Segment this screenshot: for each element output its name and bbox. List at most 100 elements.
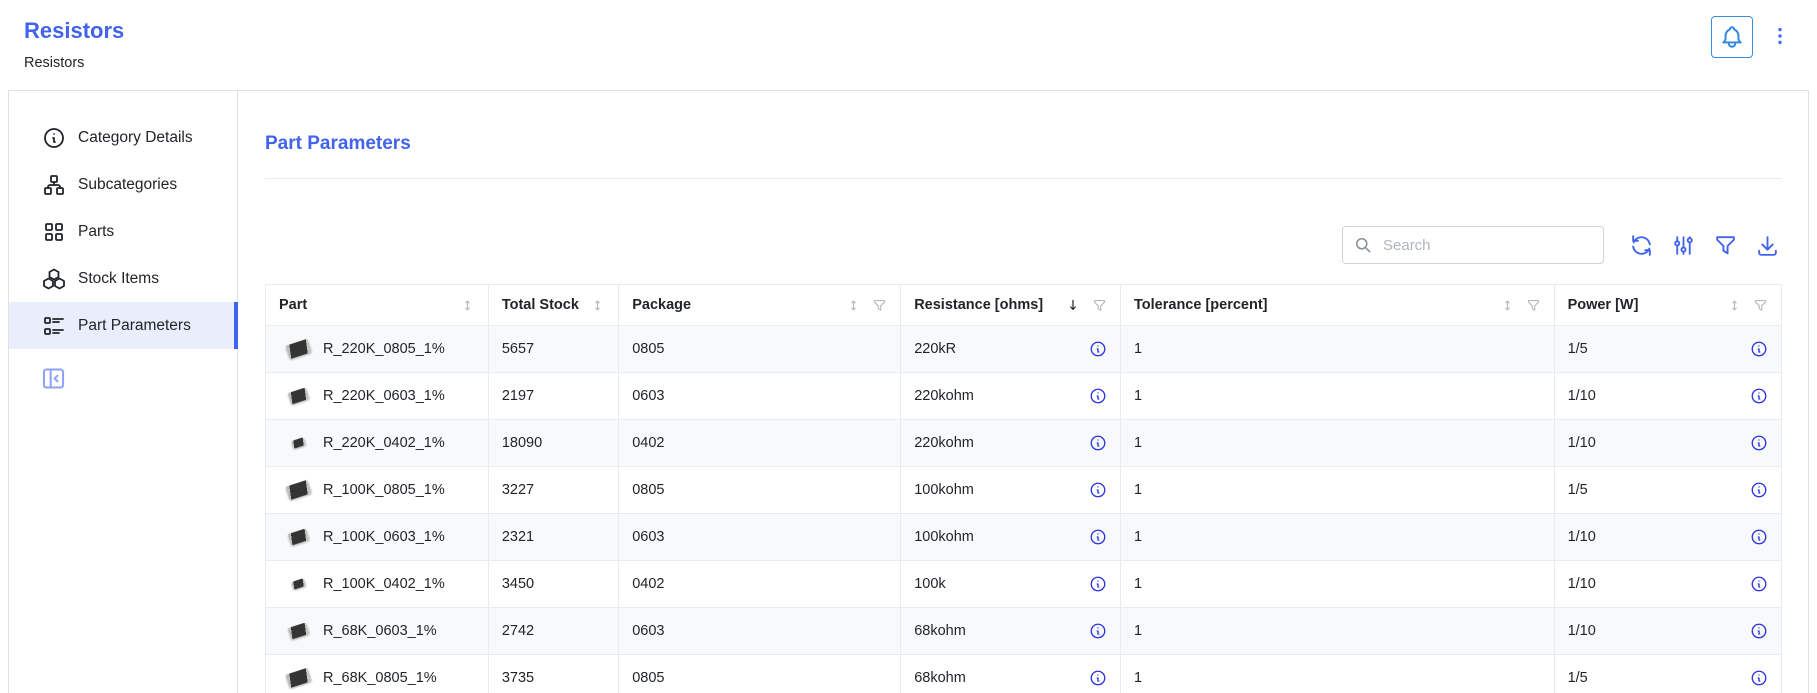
part-thumbnail — [284, 430, 312, 456]
part-name: R_100K_0402_1% — [323, 576, 445, 592]
sort-icon[interactable] — [590, 298, 605, 313]
resistance-value: 100kohm — [914, 482, 974, 498]
package-cell: 0805 — [619, 326, 901, 373]
power-value: 1/10 — [1568, 576, 1596, 592]
sidebar-item-label: Stock Items — [78, 270, 159, 288]
resistance-value: 68kohm — [914, 670, 966, 686]
info-icon[interactable] — [1089, 622, 1107, 640]
overflow-menu-button[interactable] — [1769, 25, 1791, 47]
column-label: Total Stock — [502, 297, 579, 313]
column-filter-icon[interactable] — [1092, 298, 1107, 313]
table-row[interactable]: R_100K_0402_1% 3450 0402 100k 1 1/10 — [266, 561, 1782, 608]
info-icon[interactable] — [1089, 528, 1107, 546]
resistance-value: 100kohm — [914, 529, 974, 545]
column-header-package[interactable]: Package — [619, 285, 901, 326]
power-value: 1/10 — [1568, 388, 1596, 404]
resistance-value: 220kR — [914, 341, 956, 357]
table-row[interactable]: R_220K_0402_1% 18090 0402 220kohm 1 1/10 — [266, 420, 1782, 467]
search-icon — [1353, 235, 1373, 255]
info-icon[interactable] — [1750, 669, 1768, 687]
tolerance-cell: 1 — [1121, 326, 1555, 373]
info-icon[interactable] — [1089, 340, 1107, 358]
sidebar-item-stock-items[interactable]: Stock Items — [9, 255, 237, 302]
table-options-button[interactable] — [1671, 233, 1696, 258]
sidebar-item-subcategories[interactable]: Subcategories — [9, 161, 237, 208]
resistance-value: 100k — [914, 576, 945, 592]
download-icon — [1755, 233, 1780, 258]
info-icon[interactable] — [1750, 340, 1768, 358]
column-header-part[interactable]: Part — [266, 285, 489, 326]
refresh-button[interactable] — [1629, 233, 1654, 258]
info-icon[interactable] — [1750, 528, 1768, 546]
column-header-resistance[interactable]: Resistance [ohms] — [901, 285, 1121, 326]
info-icon[interactable] — [1750, 434, 1768, 452]
sort-icon[interactable] — [846, 298, 861, 313]
part-name: R_220K_0402_1% — [323, 435, 445, 451]
sidebar-item-part-parameters[interactable]: Part Parameters — [9, 302, 237, 349]
sitemap-icon — [42, 173, 66, 197]
search-box[interactable] — [1342, 226, 1604, 264]
info-icon[interactable] — [1750, 575, 1768, 593]
column-filter-icon[interactable] — [1753, 298, 1768, 313]
info-icon[interactable] — [1089, 481, 1107, 499]
table-header-row: Part Total Stock Package Resistance [ohm… — [266, 285, 1782, 326]
part-name: R_100K_0805_1% — [323, 482, 445, 498]
column-filter-icon[interactable] — [1526, 298, 1541, 313]
info-icon[interactable] — [1089, 434, 1107, 452]
info-icon[interactable] — [1089, 669, 1107, 687]
power-value: 1/10 — [1568, 435, 1596, 451]
download-button[interactable] — [1755, 233, 1780, 258]
section-divider — [265, 178, 1782, 179]
sort-icon[interactable] — [460, 298, 475, 313]
packages-icon — [42, 267, 66, 291]
search-input[interactable] — [1381, 236, 1593, 255]
info-icon[interactable] — [1089, 575, 1107, 593]
table-row[interactable]: R_220K_0603_1% 2197 0603 220kohm 1 1/10 — [266, 373, 1782, 420]
part-name: R_68K_0603_1% — [323, 623, 437, 639]
main-content: Part Parameters Part — [238, 91, 1808, 693]
column-header-tolerance[interactable]: Tolerance [percent] — [1121, 285, 1555, 326]
column-header-power[interactable]: Power [W] — [1554, 285, 1781, 326]
part-thumbnail — [284, 571, 312, 597]
header-left: Resistors Resistors — [24, 14, 124, 90]
total-stock-cell: 3227 — [488, 467, 618, 514]
tolerance-cell: 1 — [1121, 655, 1555, 693]
sort-icon[interactable] — [1065, 297, 1081, 313]
table-row[interactable]: R_100K_0805_1% 3227 0805 100kohm 1 1/5 — [266, 467, 1782, 514]
sidebar-item-category-details[interactable]: Category Details — [9, 114, 237, 161]
info-icon[interactable] — [1750, 481, 1768, 499]
filter-button[interactable] — [1713, 233, 1738, 258]
grid-icon — [42, 220, 66, 244]
info-icon[interactable] — [1750, 622, 1768, 640]
table-row[interactable]: R_220K_0805_1% 5657 0805 220kR 1 1/5 — [266, 326, 1782, 373]
tolerance-cell: 1 — [1121, 561, 1555, 608]
sidebar-item-parts[interactable]: Parts — [9, 208, 237, 255]
column-label: Tolerance [percent] — [1134, 297, 1268, 313]
page-title: Resistors — [24, 18, 124, 44]
part-thumbnail — [284, 524, 312, 550]
part-thumbnail — [284, 336, 312, 362]
column-filter-icon[interactable] — [872, 298, 887, 313]
breadcrumb[interactable]: Resistors — [24, 55, 124, 71]
filter-icon — [1713, 233, 1738, 258]
top-header: Resistors Resistors — [0, 0, 1817, 90]
list-details-icon — [42, 314, 66, 338]
sidebar-item-label: Subcategories — [78, 176, 177, 194]
table-row[interactable]: R_100K_0603_1% 2321 0603 100kohm 1 1/10 — [266, 514, 1782, 561]
column-label: Resistance [ohms] — [914, 297, 1043, 313]
info-icon[interactable] — [1750, 387, 1768, 405]
notifications-button[interactable] — [1711, 16, 1753, 58]
package-cell: 0805 — [619, 655, 901, 693]
column-label: Power [W] — [1568, 297, 1639, 313]
sidebar-item-label: Category Details — [78, 129, 193, 147]
sort-icon[interactable] — [1500, 298, 1515, 313]
collapse-sidebar-button[interactable] — [40, 365, 67, 392]
info-icon[interactable] — [1089, 387, 1107, 405]
column-header-total_stock[interactable]: Total Stock — [488, 285, 618, 326]
total-stock-cell: 2197 — [488, 373, 618, 420]
table-row[interactable]: R_68K_0805_1% 3735 0805 68kohm 1 1/5 — [266, 655, 1782, 693]
collapse-sidebar-icon — [40, 365, 67, 392]
sort-icon[interactable] — [1727, 298, 1742, 313]
category-panel: Category Details Subcategories Parts Sto… — [8, 90, 1809, 693]
table-row[interactable]: R_68K_0603_1% 2742 0603 68kohm 1 1/10 — [266, 608, 1782, 655]
